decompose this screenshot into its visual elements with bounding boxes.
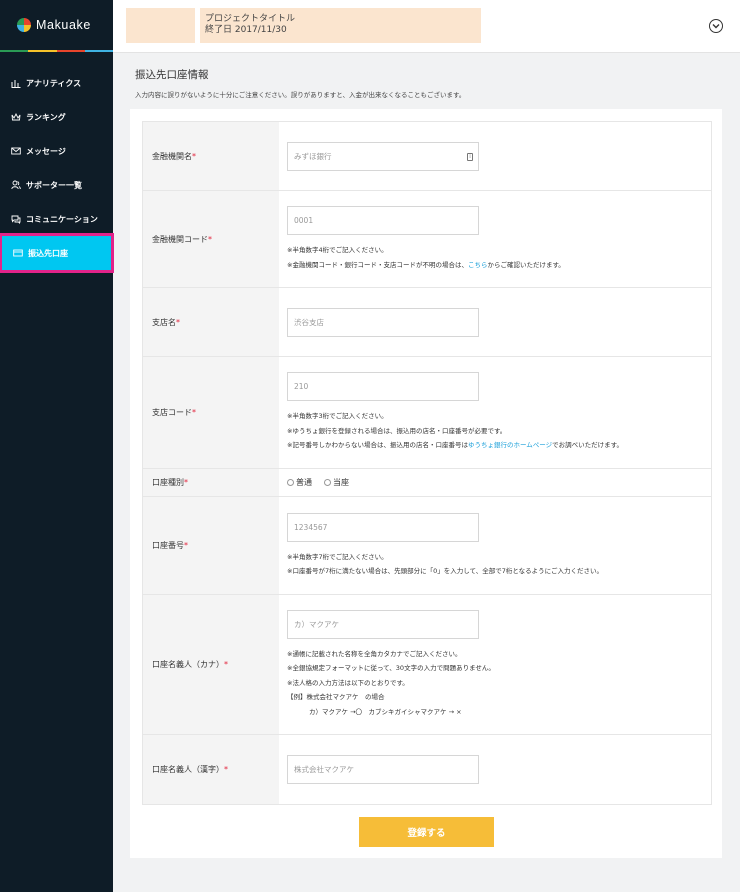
project-thumbnail <box>126 8 195 43</box>
radio-circle-icon <box>324 479 331 486</box>
sidebar-item-communication[interactable]: コミュニケーション <box>0 202 113 236</box>
branch-name-input[interactable]: 渋谷支店 <box>287 307 479 337</box>
radio-circle-icon <box>287 479 294 486</box>
project-menu-toggle[interactable] <box>709 19 723 33</box>
logo-text: Makuake <box>36 18 91 32</box>
bank-code-notes: ※半角数字4桁でご記入ください。 ※金融機関コード・銀行コード・支店コードが不明… <box>287 246 565 269</box>
crown-icon <box>10 112 21 123</box>
bank-account-form: 金融機関名 * みずほ銀行 ⁞ 金融機関コード * 0001 ※半角数字4桁でご記入… <box>142 121 712 805</box>
logo[interactable]: Makuake <box>0 0 113 50</box>
yucho-homepage-link[interactable]: ゆうちょ銀行のホームページ <box>468 441 552 449</box>
sidebar-item-analytics[interactable]: アナリティクス <box>0 66 113 100</box>
field-label: 口座名義人（カナ） * <box>143 595 279 734</box>
branch-code-notes: ※半角数字3桁でご記入ください。 ※ゆうちょ銀行を登録される場合は、振込用の店名… <box>287 412 623 450</box>
sidebar-item-messages[interactable]: メッセージ <box>0 134 113 168</box>
bank-code-lookup-link[interactable]: こちら <box>468 261 488 269</box>
sidebar-nav: アナリティクス ランキング メッセージ サポーター一覧 コミュニケーション 振込… <box>0 66 114 273</box>
account-number-input[interactable]: 1234567 <box>287 512 479 542</box>
bank-account-form-card: 金融機関名 * みずほ銀行 ⁞ 金融機関コード * 0001 ※半角数字4桁でご記入… <box>130 109 722 858</box>
page-title: 振込先口座情報 <box>135 69 209 81</box>
chevron-down-icon <box>712 24 720 29</box>
mail-icon <box>10 146 21 157</box>
sidebar-item-label: 振込先口座 <box>28 248 68 258</box>
account-type-ordinary-radio[interactable]: 普通 <box>287 477 312 488</box>
form-row-holder-kana: 口座名義人（カナ） * カ）マクアケ ※通帳に記載された名称を全角カタカナでご記入… <box>143 595 711 735</box>
sidebar-item-label: ランキング <box>26 112 66 122</box>
users-icon <box>10 180 21 191</box>
form-row-account-type: 口座種別 * 普通 当座 <box>143 469 711 497</box>
holder-kana-notes: ※通帳に記載された名称を全角カタカナでご記入ください。 ※全銀協規定フォーマット… <box>287 649 495 716</box>
form-row-branch-name: 支店名 * 渋谷支店 <box>143 288 711 357</box>
page-description: 入力内容に誤りがないように十分にご注意ください。誤りがありますと、入金が出来なく… <box>135 91 466 99</box>
field-label: 口座番号 * <box>143 497 279 594</box>
keyboard-icon: ⁞ <box>467 152 473 161</box>
field-label: 口座名義人（漢字） * <box>143 735 279 804</box>
branch-code-input[interactable]: 210 <box>287 372 479 402</box>
sidebar-item-label: メッセージ <box>26 146 66 156</box>
account-number-notes: ※半角数字7桁でご記入ください。 ※口座番号が7桁に満たない場合は、先頭部分に「… <box>287 552 604 576</box>
sidebar-item-label: アナリティクス <box>26 78 82 88</box>
project-end-date: 終了日 2017/11/30 <box>205 25 287 35</box>
header: プロジェクトタイトル 終了日 2017/11/30 <box>113 0 740 53</box>
sidebar-item-ranking[interactable]: ランキング <box>0 100 113 134</box>
field-label: 金融機関名 * <box>143 122 279 190</box>
account-type-radio-group: 普通 当座 <box>287 477 711 488</box>
field-label: 支店コード * <box>143 357 279 468</box>
project-title: プロジェクトタイトル <box>205 14 296 24</box>
logo-mark-icon <box>17 18 31 32</box>
submit-button[interactable]: 登録する <box>359 817 494 847</box>
form-row-branch-code: 支店コード * 210 ※半角数字3桁でご記入ください。 ※ゆうちょ銀行を登録され… <box>143 357 711 469</box>
sidebar-item-label: サポーター一覧 <box>26 180 82 190</box>
field-label: 金融機関コード * <box>143 191 279 287</box>
field-label: 支店名 * <box>143 288 279 356</box>
form-row-holder-kanji: 口座名義人（漢字） * 株式会社マクアケ <box>143 735 711 804</box>
sidebar-item-bank-account[interactable]: 振込先口座 <box>0 233 114 273</box>
bank-code-input[interactable]: 0001 <box>287 206 479 235</box>
holder-kanji-input[interactable]: 株式会社マクアケ <box>287 755 479 784</box>
chat-icon <box>10 214 21 225</box>
field-label: 口座種別 * <box>143 469 279 496</box>
form-row-account-number: 口座番号 * 1234567 ※半角数字7桁でご記入ください。 ※口座番号が7桁に… <box>143 497 711 595</box>
sidebar-item-supporters[interactable]: サポーター一覧 <box>0 168 113 202</box>
brand-color-bar <box>0 50 113 52</box>
card-icon <box>12 248 23 259</box>
analytics-icon <box>10 78 21 89</box>
sidebar-item-label: コミュニケーション <box>26 214 98 224</box>
bank-name-input[interactable]: みずほ銀行 ⁞ <box>287 141 479 171</box>
account-type-current-radio[interactable]: 当座 <box>324 477 349 488</box>
form-row-bank-code: 金融機関コード * 0001 ※半角数字4桁でご記入ください。 ※金融機関コード・… <box>143 191 711 288</box>
holder-kana-input[interactable]: カ）マクアケ <box>287 609 479 639</box>
project-info: プロジェクトタイトル 終了日 2017/11/30 <box>200 8 481 43</box>
sidebar: Makuake アナリティクス ランキング メッセージ サポーター一覧 コミュニ… <box>0 0 114 892</box>
form-row-bank-name: 金融機関名 * みずほ銀行 ⁞ <box>143 122 711 191</box>
